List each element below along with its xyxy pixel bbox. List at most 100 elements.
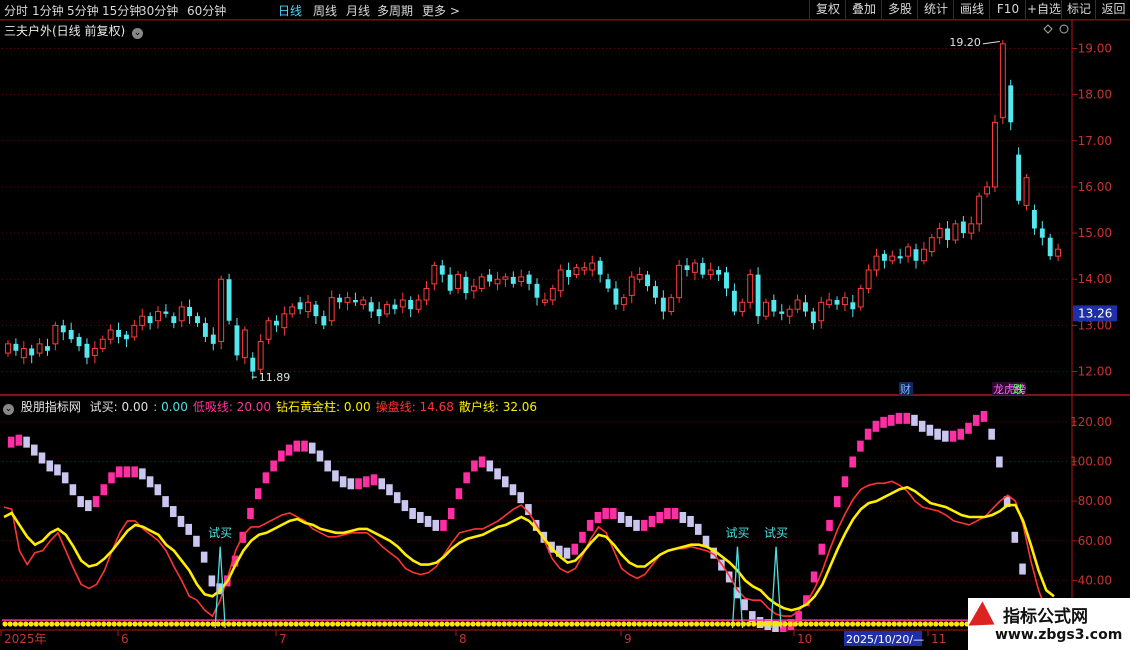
golden-dot	[350, 621, 356, 627]
golden-dot	[595, 621, 601, 627]
current-price-tag: 13.26	[1078, 306, 1112, 320]
candle-body	[376, 309, 382, 317]
ind-ytick-label: 60.00	[1078, 534, 1112, 548]
golden-dot	[70, 621, 76, 627]
golden-dot	[397, 621, 403, 627]
diamond-icon	[1043, 24, 1053, 34]
golden-dot	[215, 621, 221, 627]
golden-dot	[18, 621, 24, 627]
candle-body	[423, 287, 430, 301]
golden-dot	[80, 621, 86, 627]
step-block	[177, 515, 185, 527]
operator-line	[3, 480, 1055, 621]
step-block	[895, 412, 903, 424]
golden-dot	[896, 621, 903, 627]
golden-dot	[408, 621, 414, 627]
golden-dot	[829, 621, 835, 627]
candle-body	[857, 287, 864, 308]
golden-dot	[148, 621, 154, 627]
event-tag-cai: 财	[900, 382, 911, 396]
golden-dot	[132, 621, 138, 627]
golden-dot	[818, 621, 825, 627]
golden-dot	[90, 621, 96, 627]
candle-body	[731, 290, 737, 312]
stock-chart: 19.0018.0017.0016.0015.0014.0013.0012.00…	[0, 19, 1130, 646]
step-block	[857, 440, 864, 452]
golden-dot	[127, 621, 133, 627]
golden-dot	[662, 621, 669, 627]
golden-dot	[23, 621, 29, 627]
candle-body	[439, 265, 445, 275]
step-block	[46, 460, 54, 472]
candle-body	[487, 274, 493, 282]
golden-dot	[267, 621, 273, 627]
golden-dot	[444, 621, 450, 627]
indicator-legend: ⌄ 股朋指标网 试买: 0.00: 0.00 低吸线: 20.00 钻石黄金柱: 0…	[3, 398, 537, 415]
step-block	[980, 410, 988, 422]
golden-dot	[574, 621, 580, 627]
step-block	[694, 523, 702, 535]
step-block	[602, 508, 609, 520]
candle-body	[597, 260, 603, 275]
step-block	[1011, 531, 1019, 543]
candle-body	[352, 300, 358, 303]
golden-dot	[688, 621, 695, 627]
candle-body	[984, 186, 990, 195]
step-block	[131, 466, 138, 478]
golden-dot	[64, 621, 70, 627]
golden-dot	[428, 621, 434, 627]
candle-body	[218, 278, 225, 343]
candle-body	[707, 269, 714, 276]
golden-dot	[824, 621, 830, 627]
step-block	[270, 460, 277, 472]
golden-dot	[111, 621, 117, 627]
golden-dot	[746, 621, 752, 627]
legend-item-1: : 0.00	[153, 400, 188, 414]
main-title-text: 三夫户外(日线 前复权)	[4, 24, 126, 38]
step-block	[193, 535, 200, 547]
golden-dot	[293, 621, 299, 627]
golden-dot	[704, 621, 710, 627]
step-block	[563, 547, 571, 559]
golden-dot	[345, 621, 351, 627]
golden-dot	[798, 621, 804, 627]
step-block	[332, 470, 339, 482]
golden-dot	[231, 621, 237, 627]
step-block	[494, 468, 501, 480]
chevron-down-icon[interactable]: ⌄	[132, 28, 144, 39]
candle-body	[589, 262, 596, 271]
step-block	[208, 575, 216, 587]
golden-dot	[564, 621, 570, 627]
buy-signal-label: 试买	[725, 525, 749, 540]
golden-dot	[480, 621, 486, 627]
golden-dot	[922, 621, 929, 627]
candle-body	[803, 302, 808, 312]
golden-dot	[335, 621, 341, 627]
step-block	[169, 506, 177, 518]
golden-dot	[517, 621, 523, 627]
step-block	[664, 508, 671, 520]
golden-dot	[943, 621, 949, 627]
main-ytick-label: 16.00	[1078, 180, 1112, 194]
golden-dot	[886, 621, 892, 627]
chevron-down-icon[interactable]: ⌄	[3, 404, 14, 415]
golden-dot	[2, 621, 8, 627]
golden-dot	[324, 621, 330, 627]
golden-dot	[891, 621, 897, 627]
golden-dot	[298, 621, 304, 627]
golden-dot	[876, 621, 882, 627]
golden-dot	[309, 621, 315, 627]
main-ytick-label: 12.00	[1078, 365, 1112, 379]
ind-ytick-label: 80.00	[1078, 494, 1112, 508]
step-block	[972, 414, 980, 426]
golden-dot	[454, 621, 460, 627]
step-block	[31, 444, 38, 456]
candle-body	[20, 347, 27, 359]
buy-signal-label: 试买	[208, 525, 232, 540]
golden-dot	[460, 621, 466, 627]
golden-dot	[652, 621, 658, 627]
candle-body	[834, 300, 840, 305]
golden-dot	[7, 621, 13, 627]
golden-dot	[184, 621, 190, 627]
golden-dot	[236, 621, 242, 627]
